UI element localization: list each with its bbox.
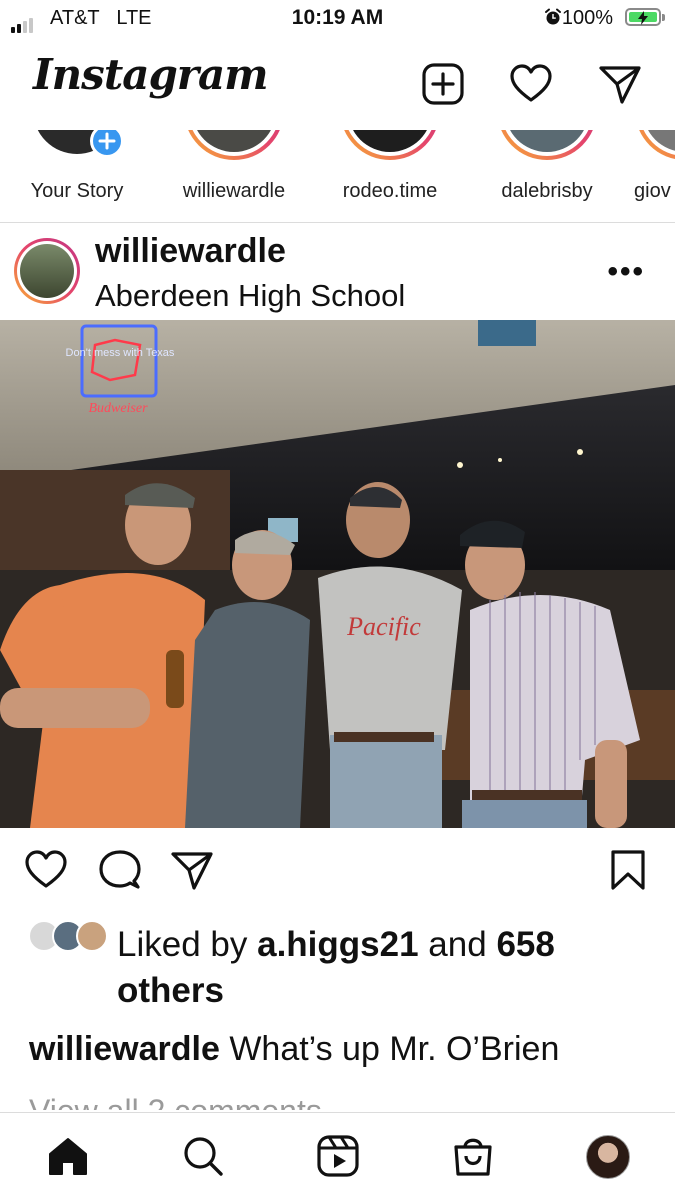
- caption-text: What’s up Mr. O’Brien: [229, 1030, 560, 1068]
- alarm-icon: [544, 8, 562, 32]
- nav-divider: [0, 1112, 675, 1113]
- neon-sign-brand: Budweiser: [88, 401, 148, 416]
- story-name: dalebrisby: [501, 180, 593, 202]
- save-bookmark-icon[interactable]: [606, 848, 650, 892]
- story-avatar: [184, 130, 284, 160]
- story-avatar: [635, 130, 675, 160]
- story-avatar: [497, 130, 597, 160]
- post-location[interactable]: Aberdeen High School: [95, 278, 405, 314]
- story-name: giov: [634, 180, 671, 202]
- likes-summary[interactable]: Liked by a.higgs21 and 658 others: [117, 922, 657, 1014]
- photo-scene: Don't mess with Texas Budweiser Pacific: [0, 320, 675, 828]
- story-name: rodeo.time: [342, 180, 438, 202]
- profile-avatar[interactable]: [586, 1135, 630, 1179]
- heart-icon[interactable]: [509, 62, 553, 106]
- add-story-icon[interactable]: [90, 130, 124, 158]
- instagram-logo[interactable]: Instagram: [33, 50, 269, 99]
- shop-icon[interactable]: [451, 1134, 495, 1178]
- likes-suffix[interactable]: others: [117, 971, 224, 1010]
- more-options-icon[interactable]: •••: [607, 255, 645, 289]
- post-caption: williewardle What’s up Mr. O’Brien: [29, 1030, 559, 1069]
- view-comments-link[interactable]: View all 2 comments: [29, 1088, 429, 1110]
- shirt-text: Pacific: [346, 612, 421, 641]
- liker-avatar[interactable]: [76, 920, 108, 952]
- likes-middle: and: [428, 925, 487, 964]
- caption-username[interactable]: williewardle: [29, 1030, 220, 1068]
- comment-icon[interactable]: [98, 848, 142, 892]
- share-icon[interactable]: [170, 848, 214, 892]
- post-photo[interactable]: Don't mess with Texas Budweiser Pacific: [0, 320, 675, 828]
- post-author-avatar[interactable]: [14, 238, 80, 304]
- divider: [0, 222, 675, 223]
- story-name: williewardle: [182, 180, 286, 202]
- reels-icon[interactable]: [316, 1134, 360, 1178]
- story-avatar: [340, 130, 440, 160]
- post-username[interactable]: williewardle: [95, 232, 286, 271]
- likes-prefix: Liked by: [117, 925, 248, 964]
- battery-percent: 100%: [561, 7, 613, 29]
- likes-count[interactable]: 658: [496, 925, 554, 964]
- direct-message-icon[interactable]: [598, 62, 642, 106]
- story-name: Your Story: [30, 180, 124, 202]
- new-post-icon[interactable]: [421, 62, 465, 106]
- liked-by-user[interactable]: a.higgs21: [257, 925, 418, 964]
- search-icon[interactable]: [181, 1134, 225, 1178]
- status-bar: AT&T LTE 10:19 AM 100%: [0, 0, 675, 38]
- like-icon[interactable]: [24, 848, 68, 892]
- battery-icon: [625, 8, 665, 26]
- home-icon[interactable]: [46, 1134, 90, 1178]
- neon-sign-text: Don't mess with Texas: [66, 347, 175, 359]
- stories-tray[interactable]: Your Story williewardle rodeo.time daleb…: [0, 130, 675, 220]
